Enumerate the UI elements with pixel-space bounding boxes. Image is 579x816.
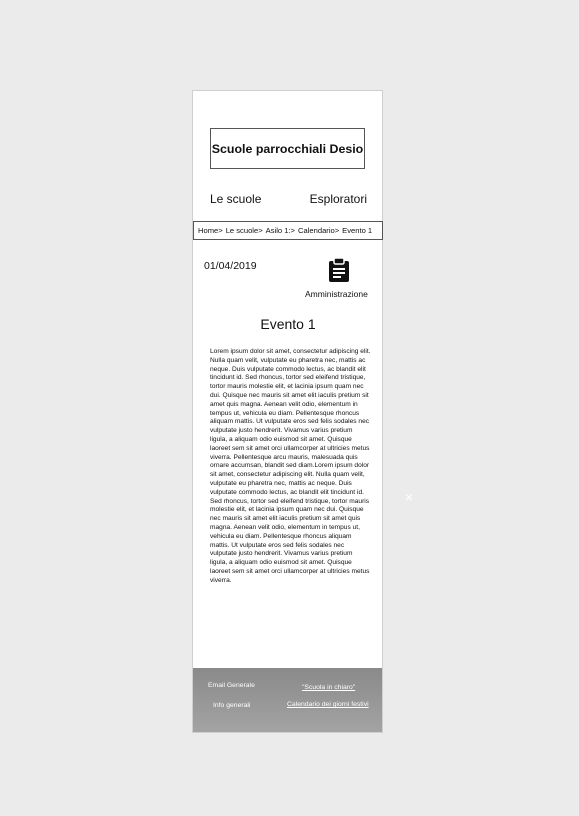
clipboard-icon[interactable] bbox=[327, 257, 351, 283]
site-title-text: Scuole parrocchiali Desio bbox=[211, 141, 364, 156]
close-icon[interactable]: × bbox=[405, 490, 413, 504]
footer-email-link[interactable]: Email Generale bbox=[208, 682, 255, 689]
mobile-page: Scuole parrocchiali Desio Le scuole Espl… bbox=[192, 90, 383, 733]
footer-info-link[interactable]: Info generali bbox=[213, 702, 250, 709]
breadcrumb-le-scuole[interactable]: Le scuole> bbox=[226, 226, 263, 235]
footer-calendario-link[interactable]: Calendario dei giorni festivi bbox=[287, 701, 369, 708]
event-date: 01/04/2019 bbox=[204, 260, 257, 272]
nav-link-le-scuole[interactable]: Le scuole bbox=[210, 192, 261, 206]
event-title: Evento 1 bbox=[260, 316, 316, 332]
breadcrumb-asilo[interactable]: Asilo 1:> bbox=[266, 226, 295, 235]
site-title[interactable]: Scuole parrocchiali Desio bbox=[210, 128, 365, 169]
breadcrumb-home[interactable]: Home> bbox=[198, 226, 223, 235]
footer: Email Generale Info generali "Scuola in … bbox=[193, 668, 382, 732]
nav-link-esploratori[interactable]: Esploratori bbox=[310, 192, 367, 206]
breadcrumb-calendario[interactable]: Calendario> bbox=[298, 226, 339, 235]
footer-scuola-in-chiaro-link[interactable]: "Scuola in chiaro" bbox=[302, 684, 355, 691]
event-description: Lorem ipsum dolor sit amet, consectetur … bbox=[210, 348, 371, 584]
breadcrumb: Home> Le scuole> Asilo 1:> Calendario> E… bbox=[193, 221, 383, 240]
breadcrumb-evento: Evento 1 bbox=[342, 226, 373, 235]
admin-label[interactable]: Amministrazione bbox=[305, 289, 368, 299]
